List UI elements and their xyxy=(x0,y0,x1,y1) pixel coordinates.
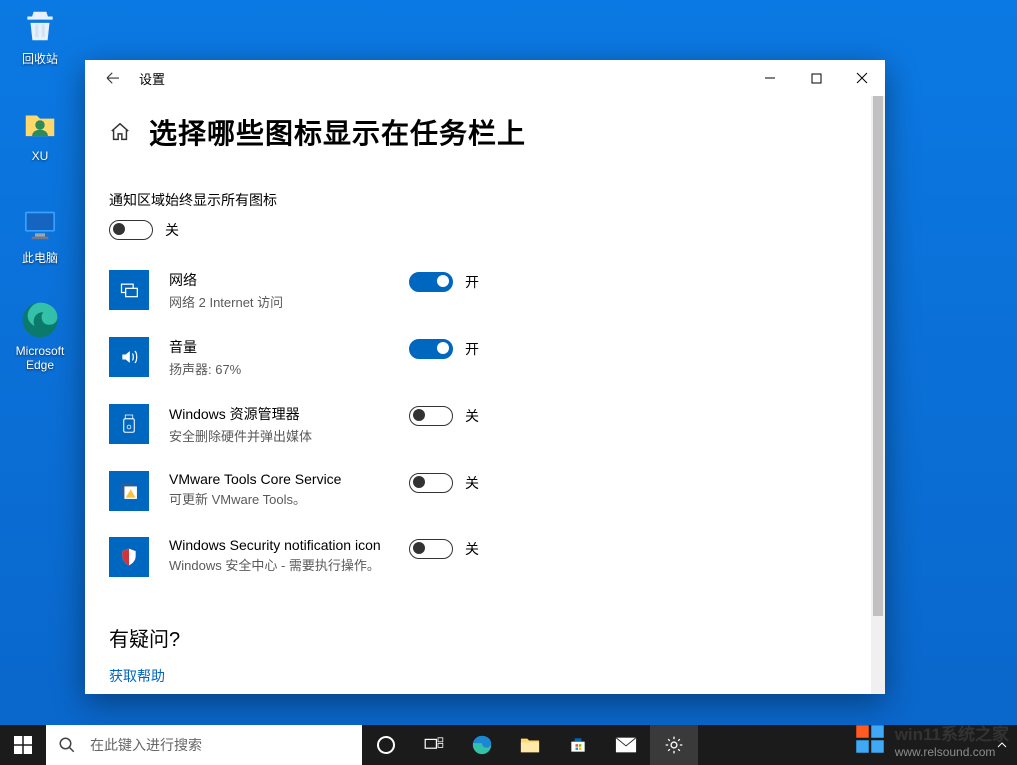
close-icon xyxy=(856,72,868,84)
taskbar-cortana[interactable] xyxy=(362,725,410,765)
taskview-icon xyxy=(424,737,444,753)
desktop-icon-label: Microsoft Edge xyxy=(5,344,75,372)
usb-eject-icon xyxy=(109,404,149,444)
item-toggle-state: 关 xyxy=(465,406,479,426)
home-icon[interactable] xyxy=(109,121,131,143)
item-title: 音量 xyxy=(169,337,389,357)
desktop-icon-label: 回收站 xyxy=(5,50,75,67)
close-button[interactable] xyxy=(839,60,885,96)
item-toggle-state: 开 xyxy=(465,272,479,292)
edge-icon xyxy=(20,300,60,340)
back-button[interactable] xyxy=(93,60,133,96)
item-subtitle: 安全删除硬件并弹出媒体 xyxy=(169,426,389,445)
edge-icon xyxy=(471,734,493,756)
arrow-left-icon xyxy=(104,69,122,87)
volume-icon xyxy=(109,337,149,377)
get-help-link[interactable]: 获取帮助 xyxy=(109,666,165,686)
item-toggle[interactable] xyxy=(409,406,453,426)
titlebar: 设置 xyxy=(85,60,885,96)
item-title: VMware Tools Core Service xyxy=(169,471,389,487)
icon-item-volume: 音量 扬声器: 67% 开 xyxy=(109,329,885,396)
minimize-icon xyxy=(764,72,776,84)
taskbar-settings[interactable] xyxy=(650,725,698,765)
gear-icon xyxy=(664,735,684,755)
icon-item-explorer: Windows 资源管理器 安全删除硬件并弹出媒体 关 xyxy=(109,396,885,463)
watermark-title: win11系统之家 xyxy=(895,720,1009,745)
start-button[interactable] xyxy=(0,725,46,765)
cortana-icon xyxy=(376,735,396,755)
watermark: win11系统之家 www.relsound.com xyxy=(855,715,1009,763)
master-toggle-state: 关 xyxy=(165,220,179,240)
item-toggle[interactable] xyxy=(409,339,453,359)
security-shield-icon xyxy=(109,537,149,577)
watermark-url: www.relsound.com xyxy=(895,745,1009,759)
taskbar-edge[interactable] xyxy=(458,725,506,765)
scrollbar-thumb[interactable] xyxy=(873,96,883,616)
taskbar-search[interactable]: 在此键入进行搜索 xyxy=(46,725,362,765)
taskbar-explorer[interactable] xyxy=(506,725,554,765)
taskbar-store[interactable] xyxy=(554,725,602,765)
master-toggle-label: 通知区域始终显示所有图标 xyxy=(109,190,885,210)
item-title: 网络 xyxy=(169,270,389,290)
recycle-bin-icon xyxy=(20,6,60,46)
master-toggle[interactable] xyxy=(109,220,153,240)
item-subtitle: 网络 2 Internet 访问 xyxy=(169,292,389,311)
user-folder-icon xyxy=(20,105,60,145)
taskbar-mail[interactable] xyxy=(602,725,650,765)
item-subtitle: 可更新 VMware Tools。 xyxy=(169,489,389,508)
vertical-scrollbar[interactable] xyxy=(871,96,885,694)
item-toggle-state: 关 xyxy=(465,539,479,559)
search-placeholder: 在此键入进行搜索 xyxy=(90,735,202,755)
icon-item-security: Windows Security notification icon Windo… xyxy=(109,529,885,595)
page-title: 选择哪些图标显示在任务栏上 xyxy=(149,112,526,152)
store-icon xyxy=(568,735,588,755)
network-icon xyxy=(109,270,149,310)
icon-item-network: 网络 网络 2 Internet 访问 开 xyxy=(109,262,885,329)
mail-icon xyxy=(615,736,637,754)
settings-window: 设置 选择哪些图标显示在任务栏上 通知区域始终显示所有图标 关 xyxy=(85,60,885,694)
desktop-icon-user-folder[interactable]: XU xyxy=(5,105,75,163)
item-subtitle: 扬声器: 67% xyxy=(169,359,389,378)
desktop-icon-edge[interactable]: Microsoft Edge xyxy=(5,300,75,372)
item-toggle[interactable] xyxy=(409,473,453,493)
this-pc-icon xyxy=(20,205,60,245)
taskbar-taskview[interactable] xyxy=(410,725,458,765)
settings-content: 选择哪些图标显示在任务栏上 通知区域始终显示所有图标 关 网络 网络 2 Int… xyxy=(85,96,885,694)
item-title: Windows 资源管理器 xyxy=(169,404,389,424)
item-toggle[interactable] xyxy=(409,539,453,559)
icon-item-vmware: VMware Tools Core Service 可更新 VMware Too… xyxy=(109,463,885,529)
item-title: Windows Security notification icon xyxy=(169,537,389,553)
desktop-icon-label: XU xyxy=(5,149,75,163)
item-toggle-state: 开 xyxy=(465,339,479,359)
search-icon xyxy=(58,736,76,754)
watermark-logo-icon xyxy=(855,724,885,754)
maximize-icon xyxy=(811,73,822,84)
desktop-icon-recycle-bin[interactable]: 回收站 xyxy=(5,6,75,67)
desktop-icon-label: 此电脑 xyxy=(5,249,75,266)
maximize-button[interactable] xyxy=(793,60,839,96)
question-heading: 有疑问? xyxy=(109,623,885,652)
item-toggle-state: 关 xyxy=(465,473,479,493)
window-title: 设置 xyxy=(139,69,747,88)
item-subtitle: Windows 安全中心 - 需要执行操作。 xyxy=(169,555,389,574)
minimize-button[interactable] xyxy=(747,60,793,96)
folder-icon xyxy=(519,735,541,755)
item-toggle[interactable] xyxy=(409,272,453,292)
windows-logo-icon xyxy=(14,736,32,754)
vmware-icon xyxy=(109,471,149,511)
desktop-icon-this-pc[interactable]: 此电脑 xyxy=(5,205,75,266)
